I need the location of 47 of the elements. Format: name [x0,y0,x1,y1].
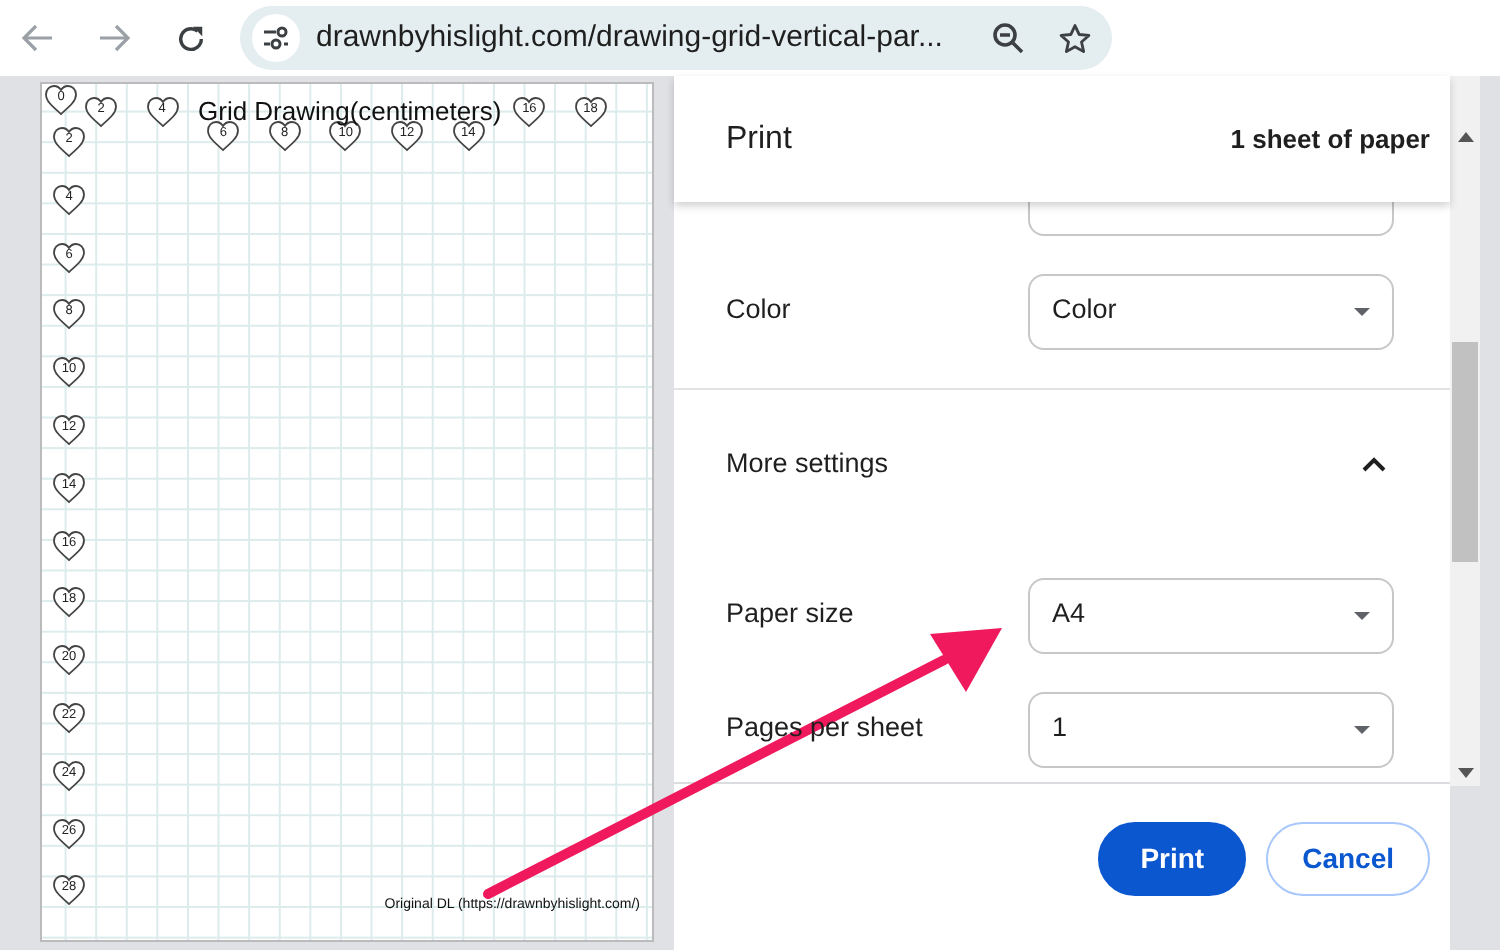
url-text: drawnbyhislight.com/drawing-grid-vertical-par... [316,17,945,58]
heart-icon [52,298,86,331]
dropdown-caret-icon [1354,725,1370,733]
reload-icon[interactable] [175,23,205,53]
heart-icon [573,96,608,128]
cancel-button[interactable]: Cancel [1266,822,1430,896]
back-icon[interactable] [22,24,54,52]
select-field[interactable]: A4 [1028,577,1394,653]
star-icon[interactable] [1058,21,1092,55]
setting-label: Pages per sheet [726,710,925,747]
heart-icon [52,356,86,389]
heart-icon [52,241,86,274]
select-field[interactable]: Color [1028,273,1394,349]
heart-icon [52,874,86,907]
setting-label: Color [726,292,793,329]
zoom-icon[interactable] [992,22,1024,54]
chevron-up-icon[interactable] [1362,456,1386,472]
scroll-thumb[interactable] [1452,342,1478,562]
scroll-down-icon[interactable] [1457,768,1473,778]
heart-icon [145,96,180,128]
heart-icon [52,817,86,850]
heart-icon [52,126,86,158]
heart-icon [52,586,86,619]
dropdown-caret-icon [1354,611,1370,619]
heart-icon [52,702,86,734]
site-settings-icon[interactable] [262,26,290,50]
heart-icon [52,414,86,446]
heart-icon [512,96,547,128]
preview-title: Grid Drawing(centimeters) [198,94,502,127]
forward-icon[interactable] [98,24,130,52]
dialog-title: Print [726,119,792,159]
dropdown-caret-icon [1354,307,1370,315]
section-toggle[interactable]: More settings [726,443,1362,485]
scroll-up-icon[interactable] [1457,132,1473,142]
scrollbar[interactable] [1450,76,1480,786]
address-bar[interactable]: drawnbyhislight.com/drawing-grid-vertical-par... [240,6,1112,70]
heart-icon [84,96,118,128]
heart-icon [206,120,241,152]
select-field[interactable]: 1 [1028,691,1394,767]
heart-icon [52,183,86,216]
setting-label: Paper size [726,596,856,633]
print-button[interactable]: Print [1098,822,1247,896]
heart-icon [52,529,86,562]
heart-icon [52,644,86,677]
sheet-count: 1 sheet of paper [1230,121,1430,158]
heart-icon [52,471,86,504]
heart-icon [52,759,86,792]
